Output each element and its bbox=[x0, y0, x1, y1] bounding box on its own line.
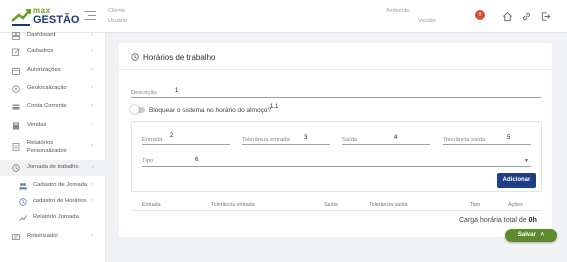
logo-gestao-text: GESTÃO bbox=[33, 14, 80, 26]
chart-icon bbox=[19, 215, 27, 222]
sidebar-item-label: Vendas bbox=[27, 122, 47, 128]
tipo-select[interactable]: 6 bbox=[195, 157, 198, 163]
sidebar-item-conta-corrente[interactable]: Conta Corrente › bbox=[0, 99, 106, 115]
sidebar-item-cadastro-horarios[interactable]: cadastro de Horários › bbox=[0, 194, 106, 210]
descricao-label: Descrição bbox=[131, 90, 157, 96]
save-button[interactable]: Salvar ˄ bbox=[505, 229, 557, 242]
sidebar-item-label: Jornada de trabalho bbox=[27, 164, 79, 170]
divider bbox=[119, 69, 552, 70]
sidebar-item-label: cadastro de Horários bbox=[33, 198, 87, 204]
total-hours: Carga horária total de 0h bbox=[459, 217, 537, 224]
tolerancia-saida-label: Tolerância saída bbox=[443, 137, 486, 143]
edit-icon bbox=[12, 48, 20, 56]
logo[interactable]: max GESTÃO bbox=[11, 5, 79, 29]
toggle-marker: 1.1 bbox=[270, 104, 279, 110]
chevron-right-icon: › bbox=[91, 48, 93, 54]
tolerancia-saida-underline bbox=[443, 144, 531, 145]
card-icon bbox=[12, 104, 20, 110]
sidebar-item-label: Roteirizador bbox=[27, 233, 59, 239]
report-icon bbox=[12, 143, 20, 151]
table-divider bbox=[131, 210, 542, 211]
column-header-acoes: Ações bbox=[508, 202, 523, 208]
sidebar-item-label: Relatórios Personalizados bbox=[27, 140, 67, 154]
total-hours-value: 0h bbox=[528, 217, 537, 224]
clock-icon bbox=[19, 198, 27, 206]
chevron-up-icon: ˄ bbox=[540, 232, 545, 238]
chevron-right-icon: › bbox=[91, 182, 93, 188]
sidebar: Dashboard › Cadastros › Autorizações › G… bbox=[0, 32, 106, 262]
column-header-tipo: Tipo bbox=[470, 202, 481, 208]
menu-icon[interactable] bbox=[84, 11, 96, 21]
notification-badge[interactable]: 0 bbox=[475, 10, 485, 20]
cliente-label: Cliente: bbox=[108, 8, 127, 14]
lunch-block-label: Bloquear o sistema no horário do almoço? bbox=[149, 107, 272, 114]
logo-mark-icon bbox=[11, 9, 31, 26]
versao-label: Versão: bbox=[418, 18, 437, 24]
ambiente-label: Ambiente: bbox=[386, 8, 411, 14]
chevron-right-icon: › bbox=[91, 32, 93, 38]
caret-down-icon[interactable]: ▼ bbox=[524, 158, 529, 164]
chevron-right-icon: › bbox=[91, 122, 93, 128]
chevron-right-icon: › bbox=[91, 85, 93, 91]
home-icon[interactable] bbox=[502, 11, 513, 22]
saida-underline bbox=[342, 144, 430, 145]
tolerancia-saida-input[interactable]: 5 bbox=[507, 135, 510, 141]
column-header-saida: Saída bbox=[324, 202, 338, 208]
location-icon bbox=[12, 85, 20, 93]
sidebar-item-geolocalizacao[interactable]: Geolocalização › bbox=[0, 81, 106, 97]
sidebar-item-relatorio-jornada[interactable]: Relatório Jornada bbox=[0, 210, 106, 226]
entrada-input[interactable]: 2 bbox=[170, 133, 173, 139]
link-icon[interactable] bbox=[521, 11, 532, 22]
lunch-block-toggle[interactable] bbox=[130, 105, 145, 114]
chevron-right-icon: › bbox=[91, 143, 93, 149]
sidebar-item-label: Autorizações bbox=[27, 67, 61, 73]
descricao-underline bbox=[131, 97, 541, 98]
page-title: Horários de trabalho bbox=[143, 53, 216, 62]
saida-label: Saída bbox=[342, 137, 358, 143]
column-header-tolerancia-entrada: Tolerância entrada bbox=[211, 202, 255, 208]
saida-input[interactable]: 4 bbox=[394, 135, 397, 141]
route-icon bbox=[12, 234, 20, 240]
sidebar-item-label: Cadastro de Jornada bbox=[33, 182, 88, 188]
chevron-right-icon: › bbox=[91, 67, 93, 73]
sidebar-item-dashboard[interactable]: Dashboard › bbox=[0, 28, 106, 44]
schedule-form-box bbox=[131, 121, 542, 192]
sidebar-item-jornada[interactable]: Jornada de trabalho › bbox=[0, 160, 106, 176]
column-header-tolerancia-saida: Tolerância saída bbox=[369, 202, 408, 208]
calendar-icon bbox=[12, 67, 20, 75]
chevron-right-icon: › bbox=[91, 198, 93, 204]
descricao-input[interactable]: 1 bbox=[175, 88, 178, 94]
book-icon bbox=[13, 122, 19, 130]
chevron-down-icon: › bbox=[89, 166, 95, 168]
chevron-right-icon: › bbox=[91, 233, 93, 239]
logout-icon[interactable] bbox=[540, 11, 551, 22]
sidebar-item-label: Geolocalização bbox=[27, 85, 67, 91]
tolerancia-entrada-input[interactable]: 3 bbox=[304, 135, 307, 141]
entrada-underline bbox=[142, 144, 230, 145]
tipo-underline bbox=[142, 166, 531, 167]
save-button-label: Salvar bbox=[517, 232, 536, 238]
sidebar-item-label: Cadastros bbox=[27, 48, 54, 54]
group-icon bbox=[19, 183, 27, 190]
tolerancia-entrada-underline bbox=[242, 144, 330, 145]
sidebar-item-roteirizador[interactable]: Roteirizador › bbox=[0, 229, 106, 245]
column-header-entrada: Entrada bbox=[142, 202, 161, 208]
sidebar-item-cadastros[interactable]: Cadastros › bbox=[0, 44, 106, 60]
clock-icon bbox=[12, 164, 20, 172]
add-button[interactable]: Adicionar bbox=[497, 173, 536, 188]
sidebar-item-vendas[interactable]: Vendas › bbox=[0, 118, 106, 134]
clock-icon bbox=[131, 53, 139, 61]
usuario-label: Usuário: bbox=[108, 18, 129, 24]
chevron-right-icon: › bbox=[91, 103, 93, 109]
sidebar-item-label: Dashboard bbox=[27, 32, 56, 38]
sidebar-item-autorizacoes[interactable]: Autorizações › bbox=[0, 63, 106, 79]
dashboard-icon bbox=[12, 32, 20, 40]
tolerancia-entrada-label: Tolerância entrada bbox=[242, 137, 290, 143]
entrada-label: Entrada bbox=[142, 137, 163, 143]
sidebar-item-label: Conta Corrente bbox=[27, 103, 67, 109]
sidebar-item-relatorios[interactable]: Relatórios Personalizados › bbox=[0, 139, 106, 157]
tipo-label: Tipo bbox=[142, 158, 154, 164]
sidebar-item-cadastro-jornada[interactable]: Cadastro de Jornada › bbox=[0, 178, 106, 194]
sidebar-item-label: Relatório Jornada bbox=[33, 214, 79, 220]
